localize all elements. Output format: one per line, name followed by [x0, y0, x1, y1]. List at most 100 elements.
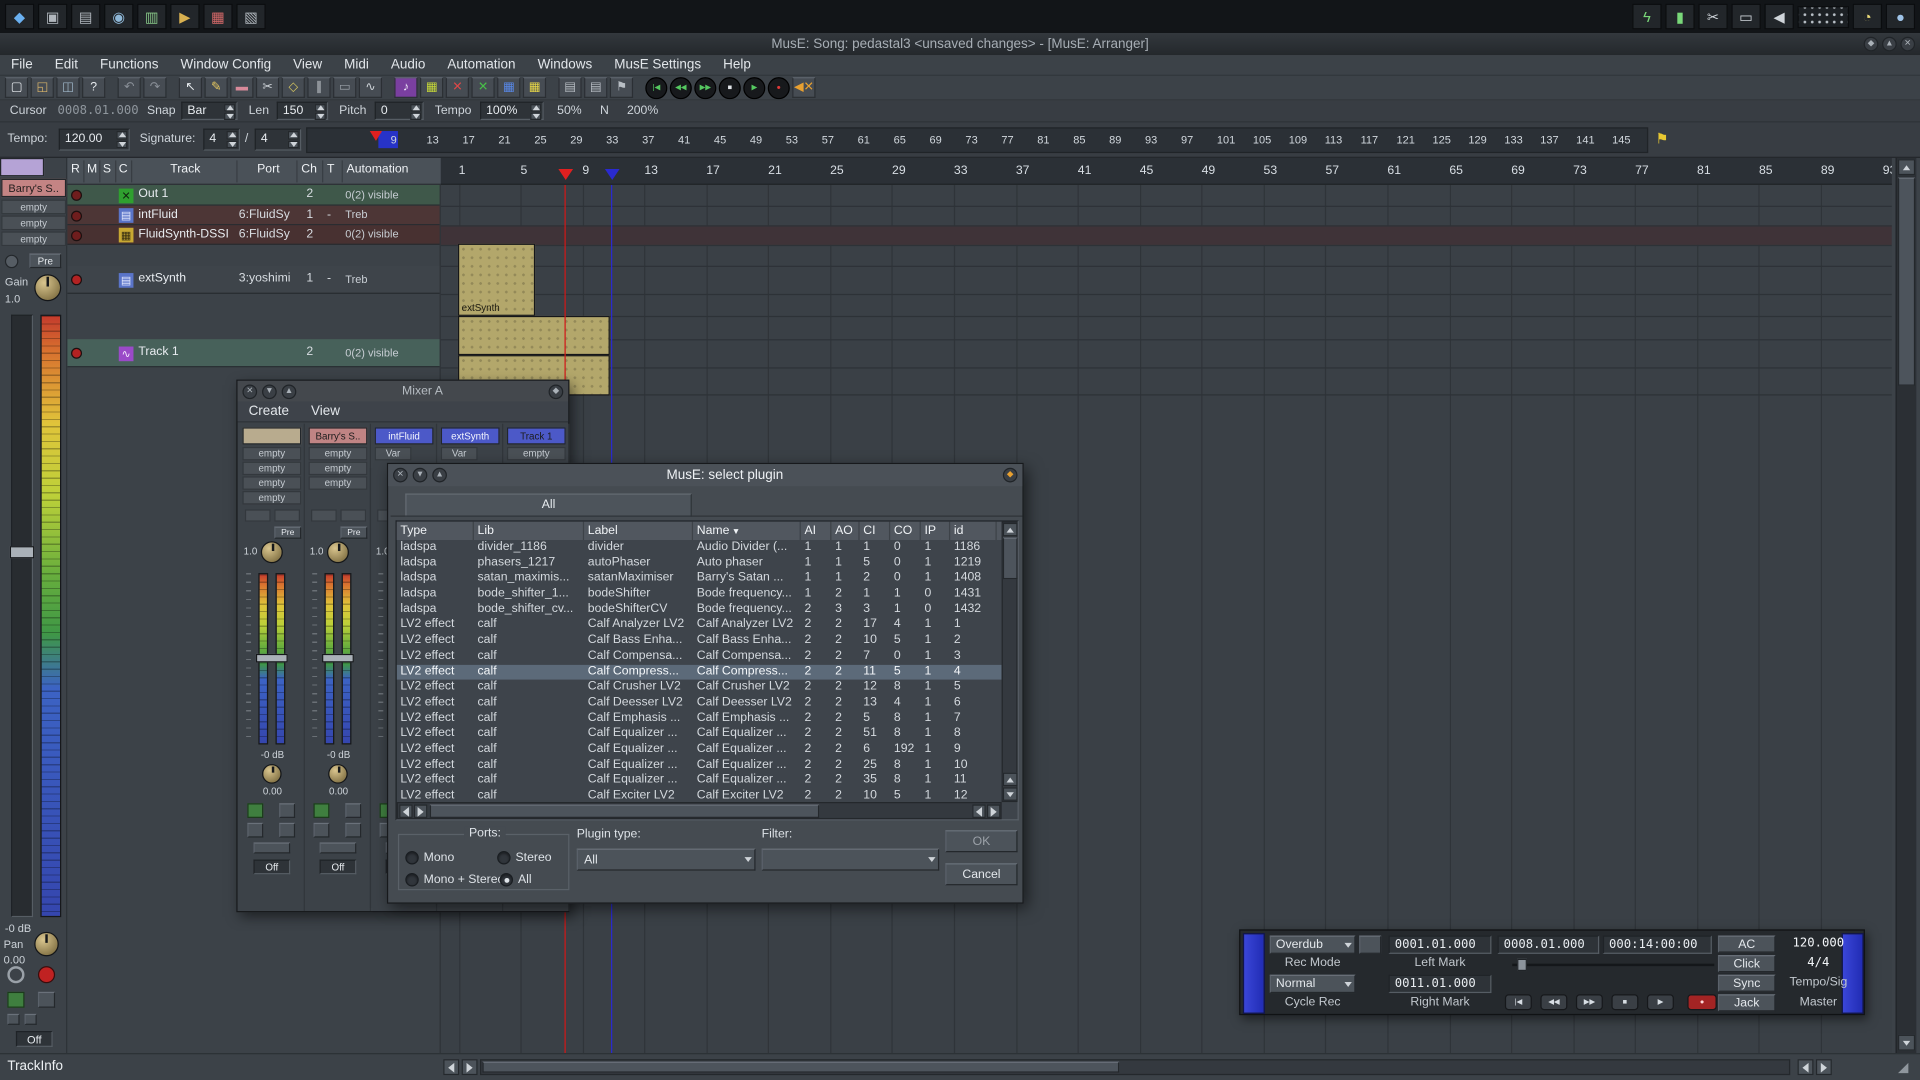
len-spin-arrows[interactable]: [314, 104, 326, 120]
pan-knob[interactable]: [262, 764, 282, 784]
window-titlebar[interactable]: MusE: Song: pedastal3 <unsaved changes> …: [0, 33, 1920, 56]
table-scroll-up[interactable]: [1002, 522, 1018, 537]
hscroll-left-button[interactable]: [443, 1059, 460, 1076]
master-slider[interactable]: [1512, 958, 1715, 972]
column-header-name[interactable]: Name ▼: [693, 521, 801, 540]
record-arm-indicator[interactable]: [71, 189, 83, 201]
automation-off-button[interactable]: Off: [253, 859, 291, 875]
pre-button[interactable]: Pre: [274, 526, 302, 539]
plugin-row[interactable]: LV2 effect calf Calf Emphasis ... Calf Emph…: [397, 711, 1002, 727]
column-header-ai[interactable]: AI: [801, 521, 832, 540]
gain-knob[interactable]: [34, 274, 62, 302]
transport-small-button[interactable]: [1359, 935, 1382, 954]
sync-button[interactable]: Sync: [1717, 974, 1776, 992]
strip-mini-combo[interactable]: [274, 509, 300, 522]
solo-button[interactable]: [279, 803, 296, 818]
position-spinbox[interactable]: 0008.01.000: [1497, 935, 1600, 954]
plugin-row[interactable]: ladspa phasers_1217 autoPhaser Auto phaser 1…: [397, 556, 1002, 572]
menu-midi[interactable]: Midi: [333, 58, 380, 73]
play-icon[interactable]: ▶: [743, 76, 766, 99]
terminal-icon[interactable]: ▥: [137, 3, 167, 30]
effect-slot[interactable]: empty: [1, 215, 67, 231]
table-scroll-down[interactable]: [1002, 787, 1018, 801]
fast-forward-button[interactable]: ▶▶: [1575, 994, 1603, 1011]
fader-handle[interactable]: [255, 653, 288, 663]
column-header-ao[interactable]: AO: [831, 521, 860, 540]
vertical-scrollbar[interactable]: [1895, 157, 1917, 1054]
song-end-flag-icon[interactable]: ⚑: [1656, 130, 1669, 147]
menu-muse-settings[interactable]: MusE Settings: [603, 58, 712, 73]
menu-windows[interactable]: Windows: [527, 58, 604, 73]
filter-combo[interactable]: [761, 848, 940, 871]
maximize-icon[interactable]: ▲: [281, 383, 297, 399]
plugin-type-combo[interactable]: All: [576, 848, 756, 871]
pan-knob[interactable]: [328, 764, 348, 784]
menu-automation[interactable]: Automation: [436, 58, 526, 73]
printer-icon[interactable]: ▭: [1731, 3, 1761, 30]
hscroll-right-button[interactable]: [461, 1059, 478, 1076]
drum-editor-icon[interactable]: ✕: [445, 77, 469, 98]
cliplist-editor-icon[interactable]: ▦: [522, 77, 547, 98]
signature-numerator-spinbox[interactable]: 4: [203, 128, 240, 151]
workspace-pager-icon[interactable]: [1797, 5, 1849, 28]
plugin-row[interactable]: LV2 effect calf Calf Crusher LV2 Calf Crush…: [397, 680, 1002, 696]
fast-forward-icon[interactable]: ▶▶: [694, 76, 717, 99]
column-header-label[interactable]: Label: [584, 521, 694, 540]
plugin-row[interactable]: LV2 effect calf Calf Compress... Calf Compr…: [396, 664, 1002, 680]
track-row[interactable]: ▤ extSynth 3:yoshimi 1- Treb: [67, 265, 440, 294]
scroll-handle[interactable]: [1897, 177, 1916, 386]
wave-editor-icon[interactable]: ▦: [497, 77, 521, 98]
record-arm-indicator[interactable]: [71, 274, 83, 286]
effect-slot[interactable]: empty: [308, 446, 368, 461]
screenshot-tool-icon[interactable]: ◉: [104, 3, 134, 30]
dialog-titlebar[interactable]: ✕ ▼ ▲ MusE: select plugin ◆: [388, 464, 1023, 487]
tempo-arrows[interactable]: [116, 131, 128, 149]
right-locator-marker[interactable]: [604, 168, 620, 180]
plugin-row[interactable]: ladspa bode_shifter_1... bodeShifter Bode f…: [397, 587, 1002, 603]
app-menu-icon[interactable]: ◆: [4, 3, 35, 30]
record-arm-button[interactable]: [37, 966, 56, 984]
len-spinbox[interactable]: 150: [276, 101, 329, 120]
plugin-row[interactable]: LV2 effect calf Calf Bass Enha... Calf Bass…: [397, 633, 1002, 649]
zoom-tool-icon[interactable]: ∿: [358, 77, 383, 98]
trackinfo-tab[interactable]: [0, 157, 45, 177]
strip-name[interactable]: Track 1: [506, 427, 566, 445]
pencil-tool-icon[interactable]: ✎: [204, 77, 228, 98]
metronome-mute-icon[interactable]: ◀✕: [792, 77, 816, 98]
column-header-lib[interactable]: Lib: [474, 521, 585, 540]
menu-create[interactable]: Create: [238, 404, 300, 419]
input-button[interactable]: [4, 254, 19, 269]
mixer-a-toggle-icon[interactable]: ▤: [558, 77, 582, 98]
gain-knob[interactable]: [326, 541, 349, 564]
scroll-up-button[interactable]: [1897, 159, 1916, 176]
record-arm-indicator[interactable]: [71, 229, 83, 241]
record-button[interactable]: ●: [1687, 994, 1717, 1011]
strip-mini-combo[interactable]: [244, 509, 271, 522]
snap-combo[interactable]: Bar: [181, 101, 238, 120]
strip-name[interactable]: intFluid: [374, 427, 434, 445]
record-arm-indicator[interactable]: [71, 347, 83, 359]
skip-start-button[interactable]: |◀: [1504, 994, 1532, 1011]
package-manager-icon[interactable]: ▦: [203, 3, 233, 30]
stop-icon[interactable]: ■: [718, 76, 741, 99]
close-icon[interactable]: ✕: [393, 467, 408, 483]
automation-off-button[interactable]: Off: [15, 1031, 53, 1047]
menu-file[interactable]: File: [0, 58, 44, 73]
route-output-button[interactable]: [24, 1013, 37, 1025]
effect-slot[interactable]: empty: [506, 446, 566, 461]
close-icon[interactable]: ✕: [242, 383, 258, 399]
ok-button[interactable]: OK: [945, 830, 1018, 853]
plugin-row[interactable]: LV2 effect calf Calf Deesser LV2 Calf Deess…: [397, 695, 1002, 711]
midi-part[interactable]: [457, 315, 610, 356]
track-row[interactable]: ✕ Out 1 2 0(2) visible: [67, 184, 440, 206]
battery-icon[interactable]: ▮: [1665, 3, 1695, 30]
column-header-ip[interactable]: IP: [921, 521, 951, 540]
radio-stereo[interactable]: [497, 851, 511, 865]
right-mark-spinbox[interactable]: 0011.01.000: [1388, 974, 1492, 994]
media-player-icon[interactable]: ▶: [170, 3, 200, 30]
stereo-toggle-icon[interactable]: [7, 966, 25, 984]
strip-name[interactable]: Barry's S..: [308, 427, 368, 445]
table-scroll-handle[interactable]: [1002, 537, 1018, 580]
record-button[interactable]: [313, 822, 330, 838]
shade-icon[interactable]: ▼: [262, 383, 277, 399]
